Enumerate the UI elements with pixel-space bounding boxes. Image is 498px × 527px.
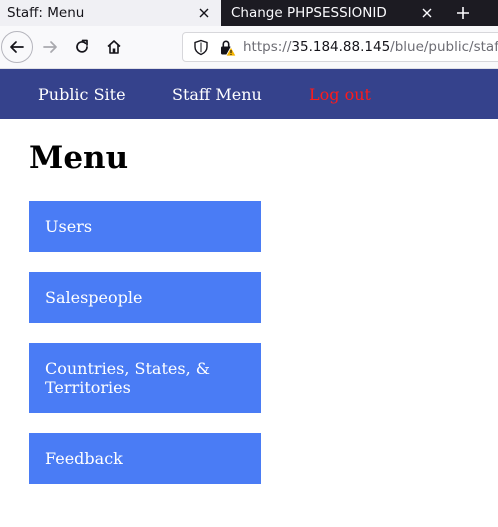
forward-button[interactable] (34, 31, 66, 63)
url-host: 35.184.88.145 (291, 39, 391, 55)
tab-title: Staff: Menu (7, 5, 85, 21)
url-bar[interactable]: https://35.184.88.145/blue/public/staf (182, 32, 498, 62)
reload-icon (76, 39, 88, 53)
back-icon (10, 41, 24, 53)
tab-strip: Staff: Menu Change PHPSESSIONID (0, 0, 498, 26)
new-tab-button[interactable] (448, 0, 478, 26)
nav-link-public-site[interactable]: Public Site (38, 85, 126, 104)
reload-button[interactable] (66, 31, 98, 63)
url-path: /blue/public/staf (390, 39, 498, 55)
tab-title: Change PHPSESSIONID (231, 5, 387, 21)
home-icon (107, 40, 121, 54)
close-icon[interactable] (419, 5, 435, 21)
nav-link-staff-menu[interactable]: Staff Menu (172, 85, 262, 104)
menu-button-feedback[interactable]: Feedback (29, 433, 261, 484)
site-nav: Public Site Staff Menu Log out (0, 69, 498, 119)
page-title: Menu (29, 140, 129, 176)
menu-button-salespeople[interactable]: Salespeople (29, 272, 261, 323)
tab-staff-menu[interactable]: Staff: Menu (0, 0, 221, 26)
close-icon[interactable] (196, 5, 212, 21)
plus-icon (457, 7, 469, 19)
home-button[interactable] (98, 31, 130, 63)
menu-button-users[interactable]: Users (29, 201, 261, 252)
nav-link-log-out[interactable]: Log out (309, 85, 371, 104)
menu-button-countries-states-territories[interactable]: Countries, States, & Territories (29, 343, 261, 413)
back-button[interactable] (1, 31, 33, 63)
shield-icon[interactable] (193, 39, 209, 56)
url-text[interactable]: https://35.184.88.145/blue/public/staf (243, 39, 498, 55)
insecure-lock-icon[interactable] (219, 39, 237, 57)
url-scheme: https:// (243, 39, 292, 55)
tab-change-phpsessionid[interactable]: Change PHPSESSIONID (222, 0, 447, 26)
forward-icon (43, 41, 57, 53)
browser-toolbar: https://35.184.88.145/blue/public/staf (0, 26, 498, 69)
